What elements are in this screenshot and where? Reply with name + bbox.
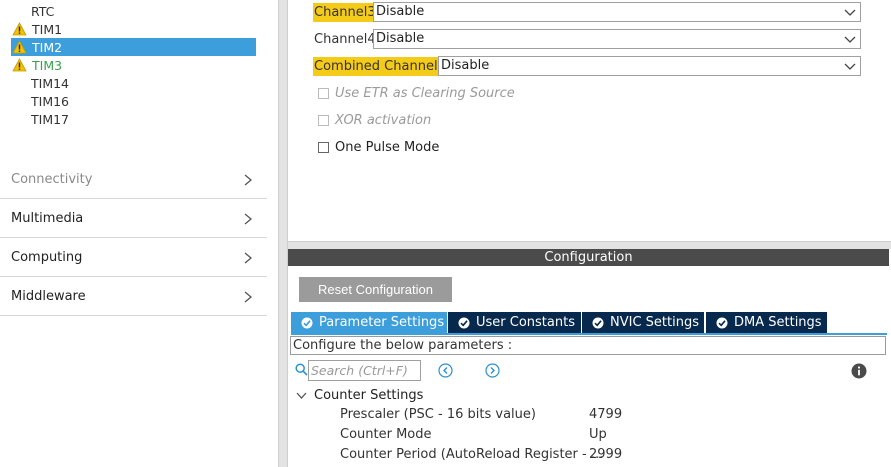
tree-item-tim14[interactable]: TIM14 — [11, 74, 256, 92]
tree-item-label: TIM14 — [31, 75, 70, 91]
warning-icon — [12, 40, 27, 54]
counter-settings-group[interactable]: Counter Settings — [296, 386, 423, 404]
chevron-right-icon — [244, 252, 253, 264]
category-multimedia[interactable]: Multimedia — [0, 200, 267, 238]
category-label: Multimedia — [11, 211, 84, 226]
combined-channels-select[interactable]: Disable — [438, 56, 861, 76]
tree-item-label: TIM16 — [31, 93, 70, 109]
chevron-right-icon — [244, 174, 253, 186]
reset-configuration-button[interactable]: Reset Configuration — [299, 277, 452, 302]
tree-item-tim16[interactable]: TIM16 — [11, 92, 256, 110]
tree-item-label: TIM1 — [32, 21, 63, 37]
channel4-value: Disable — [376, 31, 425, 46]
checkbox-label: Use ETR as Clearing Source — [335, 85, 515, 101]
channel3-row: Channel3 — [313, 2, 377, 22]
checkbox-label: One Pulse Mode — [335, 139, 440, 155]
horizontal-splitter[interactable] — [288, 241, 891, 249]
tree-item-tim1[interactable]: TIM1 — [11, 20, 256, 38]
panel-splitter[interactable] — [278, 0, 288, 467]
tab-user-constants[interactable]: User Constants — [448, 312, 581, 333]
tree-item-rtc[interactable]: RTC — [11, 2, 256, 20]
checkbox-box — [318, 114, 329, 126]
left-panel: RTC TIM1 TIM2 TIM3 TIM14 TIM16 TIM17 Con… — [0, 0, 278, 467]
configuration-header: Configuration — [288, 249, 889, 266]
chevron-down-icon — [844, 9, 856, 16]
checkbox-box — [318, 141, 329, 153]
checkbox-label: XOR activation — [335, 112, 432, 128]
checkbox-box — [318, 87, 329, 99]
check-circle-icon — [458, 317, 470, 328]
search-icon — [295, 363, 308, 376]
use-etr-checkbox[interactable]: Use ETR as Clearing Source — [318, 84, 515, 102]
warning-icon — [12, 58, 27, 72]
xor-activation-checkbox[interactable]: XOR activation — [318, 111, 431, 129]
tab-parameter-settings[interactable]: Parameter Settings — [291, 312, 447, 333]
configuration-panel: Reset Configuration Parameter Settings U… — [288, 266, 891, 467]
chevron-right-icon — [244, 291, 253, 303]
chevron-down-icon — [844, 63, 856, 70]
combined-channels-label: Combined Channels — [313, 56, 446, 76]
tab-dma-settings[interactable]: DMA Settings — [706, 312, 827, 333]
tree-item-label: TIM2 — [32, 39, 63, 55]
chevron-down-icon — [296, 392, 307, 399]
param-name[interactable]: Prescaler (PSC - 16 bits value) — [340, 406, 536, 424]
chevron-down-icon — [844, 36, 856, 43]
chevron-right-icon — [244, 213, 253, 225]
param-value[interactable]: 2999 — [589, 446, 622, 464]
combined-channels-row: Combined Channels — [313, 56, 446, 76]
channel4-select[interactable]: Disable — [373, 29, 861, 49]
tree-item-label: TIM17 — [31, 111, 70, 127]
param-name[interactable]: Counter Mode — [340, 426, 432, 444]
group-label: Counter Settings — [314, 387, 424, 403]
description-text: Configure the below parameters : — [290, 336, 886, 355]
category-label: Computing — [11, 250, 83, 265]
tab-label: NVIC Settings — [610, 315, 699, 330]
tab-label: DMA Settings — [734, 315, 822, 330]
search-input[interactable]: Search (Ctrl+F) — [308, 360, 421, 381]
warning-icon — [12, 22, 27, 36]
tab-label: User Constants — [476, 315, 575, 330]
combined-channels-value: Disable — [441, 58, 490, 73]
tree-item-tim3[interactable]: TIM3 — [11, 56, 256, 74]
param-name[interactable]: Counter Period (AutoReload Register - ..… — [340, 446, 603, 464]
category-computing[interactable]: Computing — [0, 239, 267, 277]
channel3-select[interactable]: Disable — [373, 2, 861, 22]
check-circle-icon — [592, 317, 604, 328]
previous-icon[interactable] — [438, 363, 453, 378]
tab-label: Parameter Settings — [319, 315, 445, 330]
category-middleware[interactable]: Middleware — [0, 278, 267, 316]
category-label: Middleware — [11, 289, 86, 304]
channel4-row: Channel4 — [313, 29, 377, 49]
param-value[interactable]: 4799 — [589, 406, 622, 424]
channel3-label: Channel3 — [313, 2, 377, 22]
info-icon[interactable] — [851, 363, 867, 379]
channel3-value: Disable — [376, 4, 425, 19]
tree-item-tim17[interactable]: TIM17 — [11, 110, 256, 128]
category-connectivity[interactable]: Connectivity — [0, 161, 267, 199]
param-value[interactable]: Up — [589, 426, 607, 444]
category-label: Connectivity — [11, 172, 93, 187]
one-pulse-mode-checkbox[interactable]: One Pulse Mode — [318, 138, 439, 156]
tree-item-label: TIM3 — [32, 57, 63, 73]
tab-underline — [291, 333, 887, 335]
tree-item-label: RTC — [31, 3, 55, 19]
check-circle-icon — [716, 317, 728, 328]
tree-item-tim2[interactable]: TIM2 — [11, 38, 256, 56]
next-icon[interactable] — [485, 363, 500, 378]
mode-panel: Channel3 Disable Channel4 Disable Combin… — [288, 0, 891, 241]
check-circle-icon — [301, 317, 313, 328]
channel4-label: Channel4 — [314, 31, 376, 47]
tab-nvic-settings[interactable]: NVIC Settings — [582, 312, 704, 333]
